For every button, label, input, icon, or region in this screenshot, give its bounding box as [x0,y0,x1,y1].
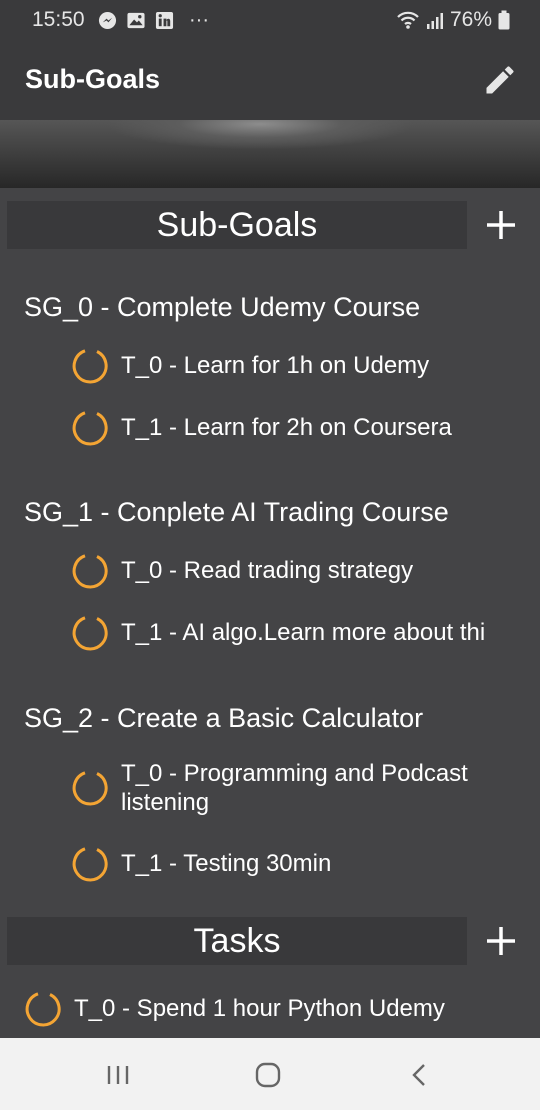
subgoal-task-item[interactable]: T_1 - Learn for 2h on Coursera [71,409,452,447]
back-button[interactable] [405,1060,435,1090]
subgoal-task-item[interactable]: T_0 - Learn for 1h on Udemy [71,347,429,385]
wifi-icon [397,11,419,29]
subgoal-task-item[interactable]: T_1 - AI algo.Learn more about thi [71,614,516,652]
app-bar: Sub-Goals [0,38,540,120]
system-status: 76% [396,8,510,32]
back-icon [412,1064,425,1086]
subgoal-title[interactable]: SG_0 - Complete Udemy Course [24,292,420,323]
status-time: 15:50 [32,8,85,31]
tasks-section-title: Tasks [193,921,281,960]
task-label: T_0 - Programming and Podcast listening [121,760,468,816]
system-navigation-bar [0,1038,540,1110]
in-progress-icon [25,992,61,1027]
gallery-icon [127,12,145,29]
in-progress-icon [72,554,108,589]
add-task-button[interactable] [484,924,518,958]
plus-icon [487,927,515,955]
recent-apps-icon [107,1066,129,1084]
subgoal-title[interactable]: SG_2 - Create a Basic Calculator [24,703,423,734]
in-progress-icon [72,616,108,651]
tasks-section-header: Tasks [7,917,467,965]
task-item[interactable]: T_0 - Spend 1 hour Python Udemy [24,990,445,1028]
recent-apps-button[interactable] [103,1060,133,1090]
subgoal-task-item[interactable]: T_0 - Programming and Podcast listening [71,759,468,817]
subgoals-section-header: Sub-Goals [7,201,467,249]
task-label: T_0 - Read trading strategy [121,557,414,584]
task-label: T_0 - Spend 1 hour Python Udemy [74,995,445,1022]
messenger-icon [98,11,117,30]
task-label: T_0 - Learn for 1h on Udemy [121,352,430,379]
task-label: T_1 - AI algo.Learn more about thi [121,619,486,646]
in-progress-icon [72,349,108,384]
page-title: Sub-Goals [25,64,161,94]
signal-icon [426,12,443,29]
header-banner-image [0,120,540,188]
in-progress-icon [72,771,108,806]
pencil-icon [486,66,514,94]
subgoals-section-title: Sub-Goals [156,205,318,244]
plus-icon [487,211,515,239]
task-label: T_1 - Testing 30min [121,850,332,877]
home-icon [255,1062,281,1088]
subgoal-task-item[interactable]: T_1 - Testing 30min [71,845,331,883]
edit-button[interactable] [482,62,518,98]
subgoal-task-item[interactable]: T_0 - Read trading strategy [71,552,413,590]
in-progress-icon [72,847,108,882]
linkedin-icon [155,11,174,30]
task-label: T_1 - Learn for 2h on Coursera [121,414,452,441]
in-progress-icon [72,411,108,446]
status-bar: 15:50 ··· 76% [0,0,540,38]
add-subgoal-button[interactable] [484,208,518,242]
battery-icon [498,10,510,30]
more-notifications-icon: ··· [189,9,209,31]
notification-icons: ··· [98,9,209,32]
home-button[interactable] [253,1060,283,1090]
battery-percent: 76% [449,8,492,31]
subgoal-title[interactable]: SG_1 - Conplete AI Trading Course [24,497,449,528]
